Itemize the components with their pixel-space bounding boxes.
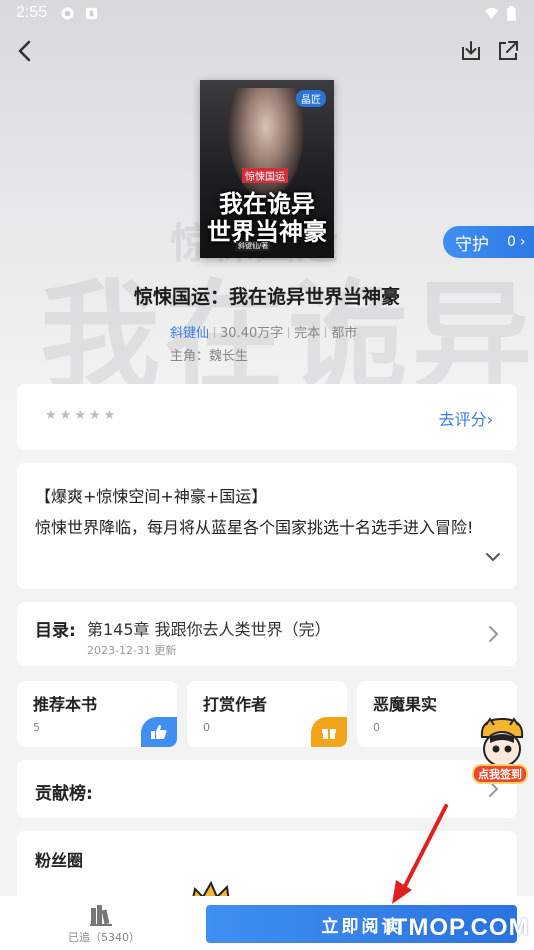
book-cover[interactable]: 晶匠 惊悚国运 我在诡异 世界当神豪 斜键仙/著 — [200, 80, 334, 258]
status-bar: 2:55 — [0, 0, 534, 28]
download-icon[interactable] — [458, 38, 484, 64]
chevron-down-icon[interactable] — [485, 549, 501, 565]
toc-update-date: 2023-12-31 更新 — [87, 644, 177, 657]
thumb-up-icon — [141, 717, 177, 747]
cover-author: 斜键仙/著 — [236, 241, 271, 251]
back-icon[interactable] — [12, 38, 38, 64]
star-icon: ★ — [103, 408, 116, 423]
star-icon: ★ — [59, 408, 72, 423]
wifi-icon — [484, 7, 499, 20]
devil-fruit-count: 0 — [373, 721, 380, 734]
word-count: 30.40万字 — [220, 326, 284, 341]
guard-label: 守护 — [455, 234, 489, 255]
cover-badge: 晶匠 — [296, 90, 326, 107]
intro-tags: 【爆爽+惊悚空间+神豪+国运】 — [35, 487, 268, 506]
star-icon: ★ — [74, 408, 86, 423]
recommend-title: 推荐本书 — [33, 695, 98, 714]
cover-tag: 惊悚国运 — [242, 168, 288, 183]
chevron-right-icon — [489, 626, 499, 642]
toc-latest-chapter: 第145章 我跟你去人类世界（完） — [87, 620, 331, 639]
gift-icon — [311, 717, 347, 747]
fans-label: 粉丝圈 — [35, 851, 84, 870]
toc-card[interactable]: 目录: 第145章 我跟你去人类世界（完） 2023-12-31 更新 — [17, 602, 517, 666]
rate-link[interactable]: 去评分› — [439, 406, 493, 430]
toc-label: 目录: — [35, 621, 76, 641]
app-notification-icon-2 — [85, 7, 98, 20]
mascot-icon — [480, 717, 524, 767]
book-title: 惊悚国运：我在诡异世界当神豪 — [133, 286, 400, 308]
chevron-right-icon: › — [519, 234, 526, 250]
share-icon[interactable] — [495, 38, 521, 64]
app-notification-icon — [61, 7, 74, 20]
star-icon: ★ — [45, 408, 57, 423]
reward-card[interactable]: 打赏作者 0 — [187, 681, 347, 747]
reward-count: 0 — [203, 721, 210, 734]
guard-button[interactable]: 守护 0 › — [443, 226, 534, 258]
shelf-label[interactable]: 已追（5340） — [68, 929, 140, 945]
battery-icon — [507, 6, 516, 21]
status-time: 2:55 — [16, 4, 48, 21]
recommend-card[interactable]: 推荐本书 5 — [17, 681, 177, 747]
author-link[interactable]: 斜键仙 — [170, 326, 209, 341]
rating-card: ★ ★ ★ ★ ★ 去评分› — [17, 384, 517, 450]
contribution-label: 贡献榜: — [35, 784, 93, 804]
devil-fruit-title: 恶魔果实 — [373, 695, 438, 714]
bookshelf-icon[interactable] — [89, 904, 113, 926]
reward-title: 打赏作者 — [203, 695, 268, 714]
watermark: ITMOP.COM — [385, 914, 530, 941]
protagonist: 主角：魏长生 — [170, 349, 249, 364]
intro-text: 惊悚世界降临，每月将从蓝星各个国家挑选十名选手进入冒险! — [35, 518, 474, 537]
book-meta: 斜键仙 30.40万字 完本 都市 — [170, 322, 357, 341]
signin-label: 点我签到 — [472, 764, 528, 784]
signin-float[interactable]: 点我签到 — [470, 715, 534, 784]
guard-count: 0 — [507, 234, 516, 250]
book-status: 完本 — [294, 326, 321, 341]
star-icon: ★ — [88, 408, 101, 423]
intro-card[interactable]: 【爆爽+惊悚空间+神豪+国运】 惊悚世界降临，每月将从蓝星各个国家挑选十名选手进… — [17, 463, 517, 589]
book-category[interactable]: 都市 — [331, 326, 357, 341]
annotation-arrow — [392, 804, 448, 904]
rating-stars: ★ ★ ★ ★ ★ — [45, 408, 115, 423]
recommend-count: 5 — [33, 721, 40, 734]
